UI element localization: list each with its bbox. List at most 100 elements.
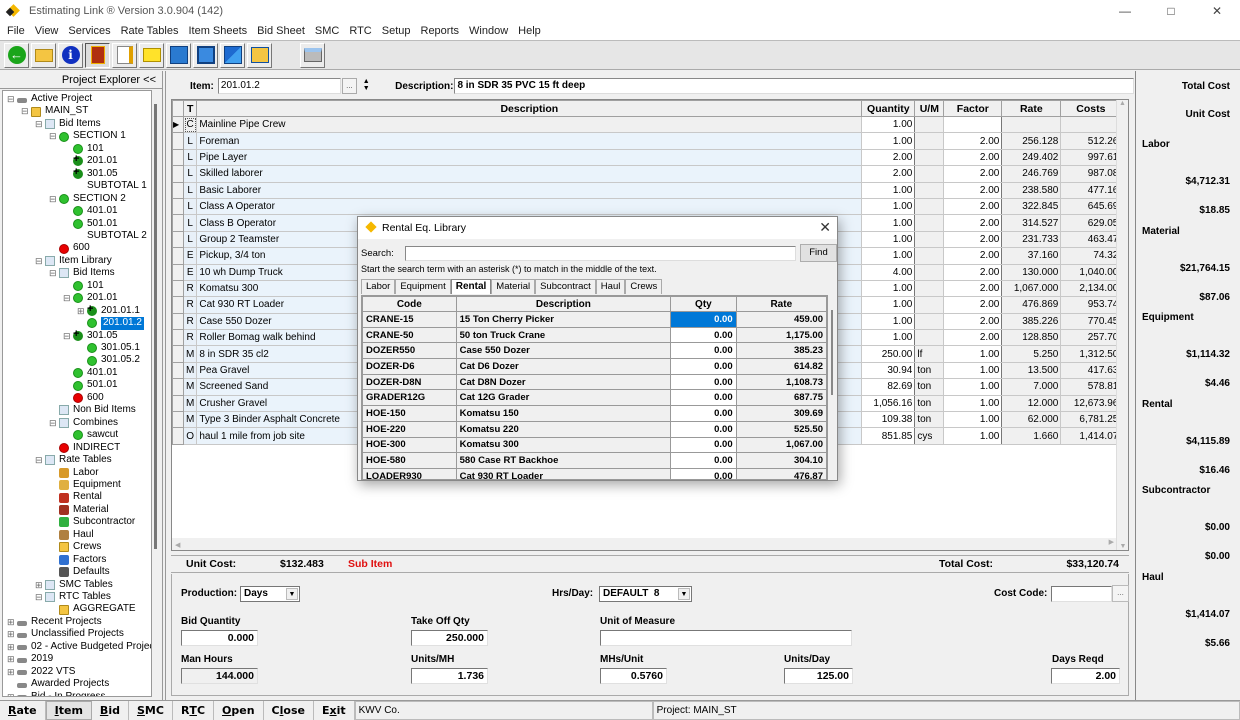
type-cell[interactable]: L xyxy=(182,132,198,150)
list-window-button[interactable] xyxy=(193,42,218,68)
col-rate-header[interactable]: Rate xyxy=(735,296,827,312)
quantity-cell[interactable]: 1.00 xyxy=(861,329,916,347)
description-cell[interactable]: Pipe Layer xyxy=(196,148,863,167)
tree-node[interactable]: Subcontractor xyxy=(49,516,135,528)
rental-row[interactable]: HOE-300 Komatsu 300 0.00 1,067.00 xyxy=(362,436,827,454)
col-qty-header[interactable]: Qty xyxy=(670,296,737,312)
collapse-icon[interactable]: ⊟ xyxy=(21,105,29,117)
type-cell[interactable]: M xyxy=(182,378,198,396)
rate-cell[interactable]: 62.000 xyxy=(1001,411,1062,429)
rate-button[interactable]: Rate xyxy=(0,701,46,720)
type-cell[interactable]: C xyxy=(182,115,198,134)
factor-cell[interactable]: 2.00 xyxy=(943,181,1003,199)
scroll-down-arrow[interactable]: ▼ xyxy=(1117,543,1128,550)
cost-cell[interactable]: 578.81 xyxy=(1060,378,1122,396)
quantity-cell[interactable]: 1.00 xyxy=(861,230,916,249)
tree-scrollbar[interactable] xyxy=(152,90,160,697)
rate-cell[interactable]: 246.769 xyxy=(1001,165,1062,183)
cost-cell[interactable]: 6,781.25 xyxy=(1060,411,1122,429)
col-factor-header[interactable]: Factor xyxy=(943,100,1003,117)
type-cell[interactable]: O xyxy=(182,427,198,445)
quantity-cell[interactable]: 1.00 xyxy=(861,296,916,314)
factor-cell[interactable]: 2.00 xyxy=(943,148,1003,167)
units-mh-field[interactable]: 1.736 xyxy=(411,668,488,684)
um-cell[interactable]: ton xyxy=(914,411,945,429)
close-button[interactable]: Cl ose xyxy=(264,701,314,720)
collapse-icon[interactable]: ⊟ xyxy=(63,330,71,342)
maximize-button[interactable]: □ xyxy=(1148,0,1194,22)
tree-node[interactable]: Awarded Projects xyxy=(7,678,109,690)
qty-cell[interactable]: 0.00 xyxy=(670,436,737,454)
quantity-cell[interactable]: 2.00 xyxy=(861,148,916,167)
tree-node[interactable]: ⊞ SMC Tables xyxy=(35,579,113,591)
factor-cell[interactable]: 2.00 xyxy=(943,132,1003,150)
um-cell[interactable] xyxy=(914,279,945,298)
description-cell[interactable]: Mainline Pipe Crew xyxy=(196,115,863,134)
um-cell[interactable]: cys xyxy=(914,427,945,445)
expand-icon[interactable]: ⊞ xyxy=(35,579,43,591)
um-cell[interactable] xyxy=(914,329,945,347)
collapse-icon[interactable]: ⊟ xyxy=(49,130,57,142)
factor-cell[interactable]: 2.00 xyxy=(943,263,1003,281)
collapse-icon[interactable]: ⊟ xyxy=(49,193,57,205)
tree-node[interactable]: INDIRECT xyxy=(49,442,120,454)
menu-window[interactable]: Window xyxy=(464,25,513,37)
rate-cell[interactable]: 1.660 xyxy=(1001,427,1062,445)
rental-grid[interactable]: Code Description Qty Rate CRANE-15 15 Ton… xyxy=(361,295,828,480)
tree-node[interactable]: ⊟ Combines xyxy=(49,417,118,429)
tree-node[interactable]: Labor xyxy=(49,467,99,479)
col-description-header[interactable]: Description xyxy=(455,296,672,312)
tree-node[interactable]: 600 xyxy=(49,242,90,254)
type-cell[interactable]: M xyxy=(182,394,198,413)
rtc-button[interactable]: RTC xyxy=(173,701,215,720)
take-off-qty-field[interactable]: 250.000 xyxy=(411,630,488,646)
cost-cell[interactable]: 512.26 xyxy=(1060,132,1122,150)
quantity-cell[interactable]: 851.85 xyxy=(861,427,916,445)
type-cell[interactable]: L xyxy=(182,165,198,183)
col-type-header[interactable]: T xyxy=(182,100,198,117)
quantity-cell[interactable]: 1.00 xyxy=(861,279,916,298)
tree-node[interactable]: Defaults xyxy=(49,566,110,578)
rate-cell[interactable]: 256.128 xyxy=(1001,132,1062,150)
qty-cell[interactable]: 0.00 xyxy=(670,358,737,375)
rental-row[interactable]: DOZER-D8N Cat D8N Dozer 0.00 1,108.73 xyxy=(362,373,827,391)
menu-view[interactable]: View xyxy=(30,25,64,37)
menu-rtc[interactable]: RTC xyxy=(344,25,376,37)
type-cell[interactable]: L xyxy=(182,181,198,199)
cost-code-browse-button[interactable]: ... xyxy=(1112,585,1129,602)
bid-quantity-field[interactable]: 0.000 xyxy=(181,630,258,646)
grid-row[interactable]: L Foreman 1.00 2.00 256.128 512.26 xyxy=(172,132,1122,150)
tree-node[interactable]: 101 xyxy=(63,280,104,292)
open-button[interactable] xyxy=(31,42,56,68)
expand-icon[interactable]: ⊞ xyxy=(7,641,15,653)
item-field[interactable]: 201.01.2 xyxy=(217,78,341,94)
rate-cell[interactable]: 7.000 xyxy=(1001,378,1062,396)
rate-book-button[interactable] xyxy=(85,42,110,68)
type-cell[interactable]: R xyxy=(182,329,198,347)
comment-button[interactable] xyxy=(139,42,164,68)
back-button[interactable]: ← xyxy=(4,42,29,68)
print-button[interactable] xyxy=(300,42,325,68)
factor-cell[interactable]: 2.00 xyxy=(943,247,1003,265)
quantity-cell[interactable]: 2.00 xyxy=(861,165,916,183)
menu-help[interactable]: Help xyxy=(513,25,546,37)
cost-cell[interactable]: 463.47 xyxy=(1060,230,1122,249)
rental-grid-scrollbar[interactable] xyxy=(828,295,836,480)
quantity-cell[interactable]: 109.38 xyxy=(861,411,916,429)
collapse-icon[interactable]: ⊟ xyxy=(35,454,43,466)
qty-cell[interactable]: 0.00 xyxy=(670,467,737,479)
grid-row[interactable]: L Class A Operator 1.00 2.00 322.845 645.69 xyxy=(172,197,1122,216)
quantity-cell[interactable]: 1.00 xyxy=(861,132,916,150)
quantity-cell[interactable]: 1.00 xyxy=(861,181,916,199)
rate-cell[interactable]: 476.869 xyxy=(1001,296,1062,314)
rate-cell[interactable]: 385.226 xyxy=(1001,312,1062,331)
rate-cell[interactable]: 128.850 xyxy=(1001,329,1062,347)
find-button[interactable]: Find xyxy=(800,244,837,262)
um-cell[interactable] xyxy=(914,115,945,134)
tab-crews[interactable]: Crews xyxy=(625,279,663,294)
rate-cell[interactable]: 130.000 xyxy=(1001,263,1062,281)
quantity-cell[interactable]: 1.00 xyxy=(861,197,916,216)
menu-reports[interactable]: Reports xyxy=(416,25,465,37)
um-cell[interactable] xyxy=(914,181,945,199)
description-cell[interactable]: Basic Laborer xyxy=(196,181,863,199)
